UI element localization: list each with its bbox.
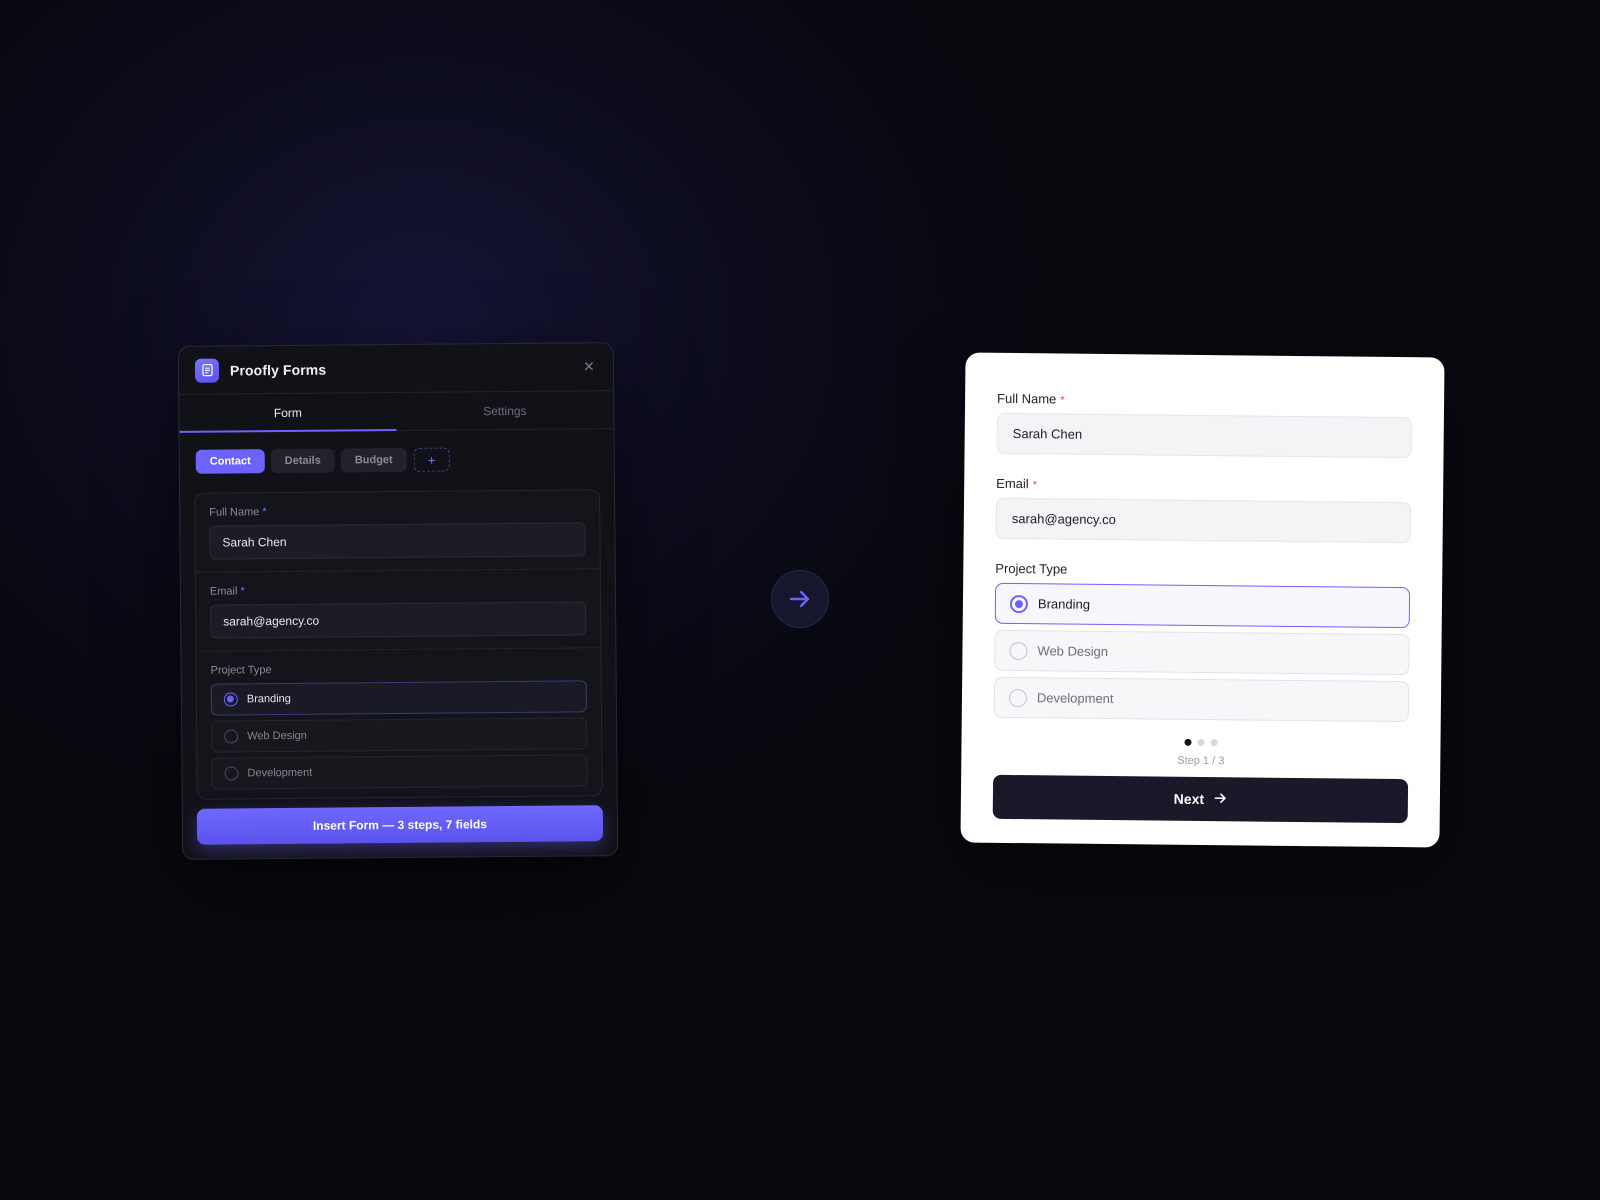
radio-option-development[interactable]: Development <box>211 754 588 790</box>
close-icon[interactable]: ✕ <box>581 358 597 375</box>
step-chip-contact[interactable]: Contact <box>195 449 265 474</box>
preview-field-full-name: Full Name * Sarah Chen <box>996 390 1413 459</box>
builder-tabs: Form Settings <box>179 391 614 433</box>
builder-field-email: Email * sarah@agency.co <box>195 569 601 652</box>
email-input[interactable]: sarah@agency.co <box>995 497 1412 544</box>
pagination-dot <box>1197 738 1205 747</box>
builder-title: Proofly Forms <box>229 361 327 378</box>
pagination-dot <box>1210 739 1218 747</box>
required-mark: * <box>1060 394 1065 407</box>
builder-field-full-name: Full Name * Sarah Chen <box>195 490 600 573</box>
radio-option-branding[interactable]: Branding <box>994 582 1411 629</box>
preview-field-project-type: Project Type Branding Web Design Develop… <box>993 560 1411 723</box>
arrow-right-icon <box>771 570 829 628</box>
radio-option-web-design[interactable]: Web Design <box>211 717 588 753</box>
radio-unselected-icon <box>1008 688 1028 707</box>
full-name-input[interactable]: Sarah Chen <box>209 522 586 560</box>
radio-label: Branding <box>1037 596 1091 612</box>
field-label: Email * <box>996 475 1038 492</box>
arrow-right-icon <box>1214 791 1227 807</box>
step-indicator: Step 1 / 3 <box>1177 754 1225 768</box>
builder-fields-card: Full Name * Sarah Chen Email * sarah@agenc… <box>194 489 603 800</box>
radio-label: Development <box>1036 690 1114 707</box>
field-label: Full Name * <box>209 506 267 519</box>
pagination-dot-active <box>1184 738 1192 746</box>
builder-header: Proofly Forms ✕ <box>178 343 614 395</box>
field-label: Project Type <box>210 664 272 677</box>
form-builder-panel: Proofly Forms ✕ Form Settings Contact De… <box>177 342 619 860</box>
step-chip-budget[interactable]: Budget <box>340 447 407 473</box>
radio-selected-icon <box>1009 594 1029 613</box>
builder-field-project-type: Project Type Branding Web Design Develop… <box>196 648 601 800</box>
required-mark: * <box>240 585 245 598</box>
step-pagination-dots <box>993 737 1408 748</box>
required-mark: * <box>262 506 267 519</box>
radio-option-branding[interactable]: Branding <box>210 680 587 716</box>
next-button-label: Next <box>1173 790 1205 808</box>
radio-label: Web Design <box>247 729 307 743</box>
radio-selected-icon <box>223 692 238 707</box>
tab-form[interactable]: Form <box>179 393 396 432</box>
radio-label: Development <box>247 766 313 780</box>
radio-unselected-icon <box>1009 641 1028 660</box>
required-mark: * <box>1032 479 1038 492</box>
radio-option-development[interactable]: Development <box>993 676 1410 723</box>
next-button[interactable]: Next <box>992 774 1409 824</box>
preview-field-email: Email * sarah@agency.co <box>995 475 1412 544</box>
add-step-button[interactable]: + <box>413 447 450 472</box>
radio-label: Web Design <box>1037 643 1109 660</box>
form-preview-card: Full Name * Sarah Chen Email * sarah@agenc… <box>960 352 1445 848</box>
radio-option-web-design[interactable]: Web Design <box>994 629 1410 676</box>
radio-unselected-icon <box>224 729 239 744</box>
tab-settings[interactable]: Settings <box>396 391 613 430</box>
form-logo-icon <box>194 358 220 383</box>
radio-unselected-icon <box>224 766 239 781</box>
full-name-input[interactable]: Sarah Chen <box>996 412 1412 459</box>
step-chips: Contact Details Budget + <box>180 429 614 481</box>
email-input[interactable]: sarah@agency.co <box>210 601 587 639</box>
insert-form-button[interactable]: Insert Form — 3 steps, 7 fields <box>196 805 604 845</box>
field-label: Full Name * <box>997 390 1065 407</box>
step-chip-details[interactable]: Details <box>270 448 335 474</box>
radio-label: Branding <box>246 692 291 706</box>
field-label: Email * <box>209 585 245 598</box>
field-label: Project Type <box>995 560 1068 577</box>
